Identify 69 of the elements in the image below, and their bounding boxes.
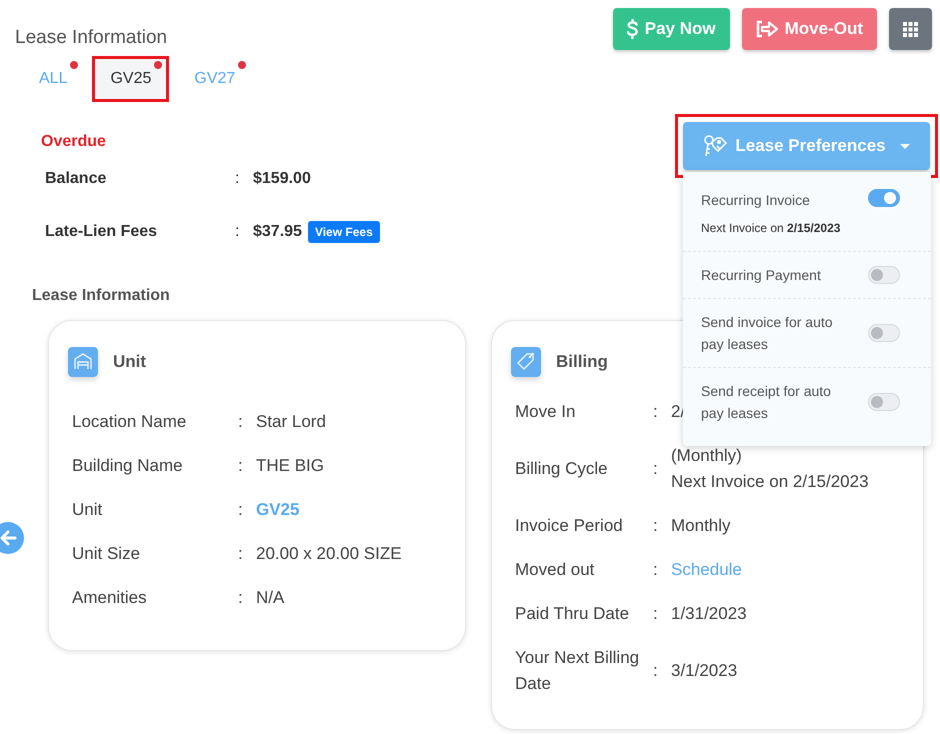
field-value: N/A (256, 587, 284, 609)
value-link[interactable]: GV25 (256, 497, 300, 523)
tab[interactable]: GV27 (176, 56, 254, 102)
separator: : (238, 455, 244, 477)
field-value: 1/31/2023 (671, 603, 747, 625)
lease-preferences-button[interactable]: Lease Preferences (683, 122, 930, 170)
separator: : (238, 543, 244, 565)
menu-item-label: Send invoice for auto pay leases (701, 313, 834, 354)
caret-icon (900, 144, 910, 148)
menu-item-label: Send receipt for auto pay leases (701, 382, 832, 423)
field-value: Star Lord (256, 411, 326, 433)
field-label: Invoice Period (515, 515, 623, 537)
tab[interactable]: ALL (21, 56, 86, 102)
overdue-status: Overdue (41, 132, 106, 152)
field-label: Unit Size (72, 543, 140, 565)
separator: : (235, 170, 240, 188)
toggle-switch[interactable] (868, 324, 900, 342)
view-fees-button[interactable]: View Fees (308, 220, 380, 242)
field-label: Building Name (72, 455, 183, 477)
separator: : (235, 222, 240, 240)
field-value: (Monthly) (671, 445, 743, 467)
card-title: Unit (113, 352, 146, 372)
grid-icon (903, 22, 918, 36)
separator: : (653, 458, 659, 480)
field-value: Next Invoice on 2/15/2023 (671, 471, 869, 493)
field-label: Late-Lien Fees (45, 222, 158, 240)
page-title: Lease Information (15, 27, 168, 49)
separator: : (238, 587, 244, 609)
separator: : (238, 411, 244, 433)
field-label: Move In (515, 401, 576, 423)
section-title: Lease Information (32, 286, 170, 306)
back-arrow-icon[interactable] (0, 522, 24, 554)
separator: : (238, 499, 244, 521)
field-label: Unit (72, 499, 102, 521)
dollar-icon (626, 19, 638, 39)
amount: $159.00 (253, 170, 311, 188)
field-value: 20.00 x 20.00 SIZE (256, 543, 402, 565)
garage-icon (68, 347, 98, 377)
apps-menu-button[interactable] (889, 8, 932, 50)
pay-now-button[interactable]: Pay Now (612, 8, 730, 50)
menu-item-label: Recurring Payment (701, 266, 822, 285)
separator: : (653, 401, 659, 423)
move-out-button[interactable]: Move-Out (742, 8, 877, 50)
toggle-switch[interactable] (868, 393, 900, 411)
field-label: Amenities (72, 587, 147, 609)
value-link[interactable]: Schedule (671, 557, 742, 583)
field-label: Location Name (72, 411, 186, 433)
field-value: THE BIG (256, 455, 324, 477)
next-invoice-note: Next Invoice on 2/15/2023 (701, 220, 842, 237)
separator: : (653, 603, 659, 625)
price-tag-icon (511, 347, 541, 377)
separator: : (653, 660, 659, 682)
exit-icon (756, 20, 778, 38)
tab[interactable]: GV25 (92, 56, 170, 102)
toggle-switch[interactable] (868, 189, 900, 207)
field-value: Monthly (671, 515, 731, 537)
field-label: Moved out (515, 559, 594, 581)
field-label: Your Next Billing Date (515, 647, 640, 695)
amount: $37.95 (253, 222, 302, 240)
key-tag-icon (703, 134, 730, 158)
card-title: Billing (556, 352, 608, 372)
field-value: 3/1/2023 (671, 660, 738, 682)
separator: : (653, 559, 659, 581)
field-label: Paid Thru Date (515, 603, 630, 625)
field-label: Billing Cycle (515, 458, 608, 480)
separator: : (653, 515, 659, 537)
menu-item-label: Recurring Invoice (701, 191, 811, 210)
field-label: Balance (45, 170, 108, 188)
toggle-switch[interactable] (868, 266, 900, 284)
